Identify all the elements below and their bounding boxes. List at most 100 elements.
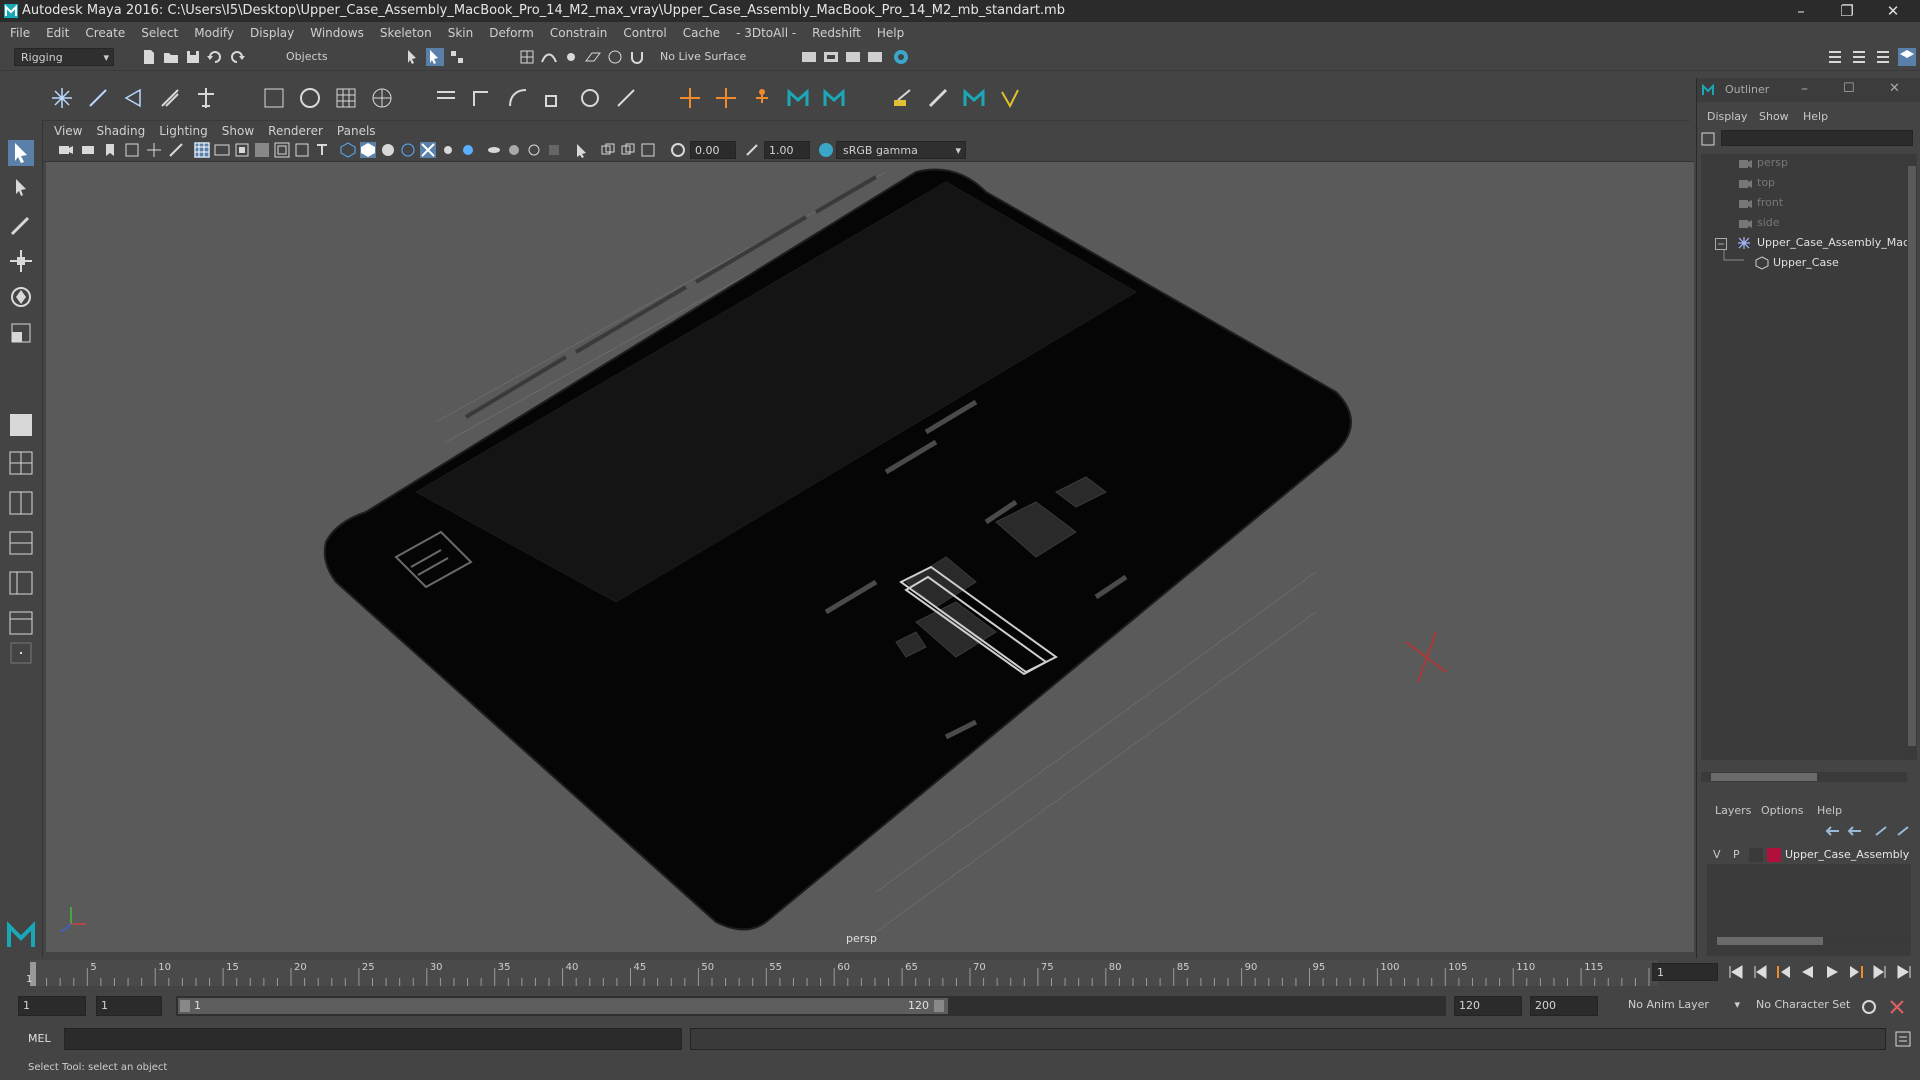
paint-select-icon[interactable] xyxy=(8,212,34,238)
select-tool-icon[interactable] xyxy=(8,140,34,166)
undo-icon[interactable] xyxy=(206,48,224,66)
live-surface-label[interactable]: No Live Surface xyxy=(660,50,746,63)
command-input[interactable] xyxy=(64,1028,682,1050)
minimize-button[interactable]: – xyxy=(1778,0,1824,22)
step-forward-frame-icon[interactable] xyxy=(1846,963,1866,981)
outliner-item-side[interactable]: side xyxy=(1757,216,1780,229)
playback-end-field[interactable]: 120 xyxy=(1454,996,1522,1016)
xray-icon[interactable] xyxy=(420,142,436,158)
exposure-field[interactable]: 0.00 xyxy=(690,141,736,159)
wrap-deformer-icon[interactable] xyxy=(370,86,394,110)
grid-toggle-icon[interactable] xyxy=(194,142,210,158)
new-scene-icon[interactable] xyxy=(140,48,158,66)
shadows-icon[interactable] xyxy=(460,142,476,158)
outliner-menu-show[interactable]: Show xyxy=(1759,110,1789,123)
outliner-item-persp[interactable]: persp xyxy=(1757,156,1788,169)
current-frame-field[interactable]: 1 xyxy=(1652,963,1718,981)
menu-file[interactable]: File xyxy=(10,26,30,40)
scale-tool-icon[interactable] xyxy=(8,320,34,346)
menu-select[interactable]: Select xyxy=(141,26,178,40)
start-time-field[interactable]: 1 xyxy=(18,996,86,1016)
menu-create[interactable]: Create xyxy=(85,26,125,40)
move-tool-icon[interactable] xyxy=(8,248,34,274)
outliner-horizontal-scrollbar[interactable] xyxy=(1701,772,1907,782)
outliner-horizontal-scroll-thumb[interactable] xyxy=(1711,773,1817,781)
tool-settings-icon[interactable] xyxy=(1850,48,1868,66)
outliner-minimize-button[interactable]: – xyxy=(1801,81,1808,97)
ipr-render-icon[interactable] xyxy=(844,48,862,66)
check-icon[interactable] xyxy=(998,86,1022,110)
scale-constraint-icon[interactable] xyxy=(542,86,566,110)
outliner-menu-help[interactable]: Help xyxy=(1803,110,1828,123)
gate-mask-icon[interactable] xyxy=(254,142,270,158)
outliner-item-upper-case[interactable]: Upper_Case xyxy=(1773,256,1839,269)
paint-weights-icon[interactable] xyxy=(890,86,914,110)
menu-edit[interactable]: Edit xyxy=(46,26,69,40)
isolate-select-icon[interactable] xyxy=(574,142,590,158)
color-management-icon[interactable] xyxy=(818,142,834,158)
go-to-end-icon[interactable] xyxy=(1894,963,1914,981)
open-scene-icon[interactable] xyxy=(162,48,180,66)
render-settings-icon[interactable] xyxy=(800,48,818,66)
joint-tool-icon[interactable] xyxy=(50,86,74,110)
maximize-button[interactable]: ❐ xyxy=(1824,0,1870,22)
close-button[interactable]: ✕ xyxy=(1870,0,1916,22)
layer-color-swatch[interactable] xyxy=(1767,848,1781,862)
menu-cache[interactable]: Cache xyxy=(683,26,720,40)
step-back-frame-icon[interactable] xyxy=(1774,963,1794,981)
orient-constraint-icon[interactable] xyxy=(506,86,530,110)
outliner-item-assembly[interactable]: Upper_Case_Assembly_Mac xyxy=(1757,236,1909,249)
perspective-viewport[interactable]: persp xyxy=(46,162,1694,952)
use-default-material-icon[interactable] xyxy=(380,142,396,158)
layer-visibility-toggle[interactable]: V xyxy=(1713,848,1721,861)
render-frame-icon[interactable] xyxy=(822,48,840,66)
select-by-object-type-icon[interactable] xyxy=(426,48,444,66)
layer-reference-toggle[interactable] xyxy=(1749,848,1763,862)
film-gate-icon[interactable] xyxy=(214,142,230,158)
xray-joints-icon[interactable] xyxy=(600,142,616,158)
playback-start-field[interactable]: 1 xyxy=(96,996,162,1016)
new-empty-layer-icon[interactable] xyxy=(1873,824,1889,838)
snap-to-point-icon[interactable] xyxy=(562,48,580,66)
selection-mode-dropdown[interactable]: Objects xyxy=(280,48,380,66)
auto-key-icon[interactable] xyxy=(1860,998,1878,1016)
menu-skin[interactable]: Skin xyxy=(448,26,474,40)
modeling-toolkit-icon[interactable] xyxy=(1898,48,1916,66)
save-scene-icon[interactable] xyxy=(184,48,202,66)
menu-deform[interactable]: Deform xyxy=(489,26,534,40)
parent-constraint-icon[interactable] xyxy=(578,86,602,110)
brush-icon[interactable] xyxy=(926,86,950,110)
outliner-vertical-scroll-thumb[interactable] xyxy=(1908,166,1916,746)
aim-constraint-icon[interactable] xyxy=(470,86,494,110)
play-backwards-icon[interactable] xyxy=(1798,963,1818,981)
animation-preferences-icon[interactable] xyxy=(1888,998,1906,1016)
use-all-lights-icon[interactable] xyxy=(440,142,456,158)
locator-icon[interactable] xyxy=(678,86,702,110)
snap-to-grid-icon[interactable] xyxy=(518,48,536,66)
hypershade-layout-icon[interactable] xyxy=(8,570,34,596)
outliner-item-front[interactable]: front xyxy=(1757,196,1783,209)
grease-pencil-icon[interactable] xyxy=(168,142,184,158)
locator-joint-icon[interactable] xyxy=(714,86,738,110)
motion-blur-icon[interactable] xyxy=(506,142,522,158)
layout-more-icon[interactable] xyxy=(8,640,34,666)
layers-menu-layers[interactable]: Layers xyxy=(1715,804,1751,817)
redo-icon[interactable] xyxy=(228,48,246,66)
anim-layer-dropdown[interactable]: No Anim Layer ▾ xyxy=(1622,996,1742,1014)
menu-constrain[interactable]: Constrain xyxy=(550,26,608,40)
menu-3dtoall[interactable]: - 3DtoAll - xyxy=(736,26,796,40)
outliner-item-top[interactable]: top xyxy=(1757,176,1775,189)
hik-control-icon[interactable] xyxy=(822,86,846,110)
screen-space-ao-icon[interactable] xyxy=(486,142,502,158)
viewport-menu-view[interactable]: View xyxy=(54,124,82,138)
layer-row[interactable]: V P Upper_Case_Assembly xyxy=(1707,846,1911,864)
menu-display[interactable]: Display xyxy=(250,26,294,40)
layer-horizontal-scroll-thumb[interactable] xyxy=(1717,937,1823,945)
outliner-close-button[interactable]: ✕ xyxy=(1889,81,1900,96)
lattice-icon[interactable] xyxy=(334,86,358,110)
menu-modify[interactable]: Modify xyxy=(194,26,234,40)
range-slider-handle[interactable]: 1 120 xyxy=(178,998,948,1014)
backface-culling-icon[interactable] xyxy=(640,142,656,158)
ik-handle-icon[interactable] xyxy=(86,86,110,110)
layer-name[interactable]: Upper_Case_Assembly xyxy=(1785,848,1909,861)
